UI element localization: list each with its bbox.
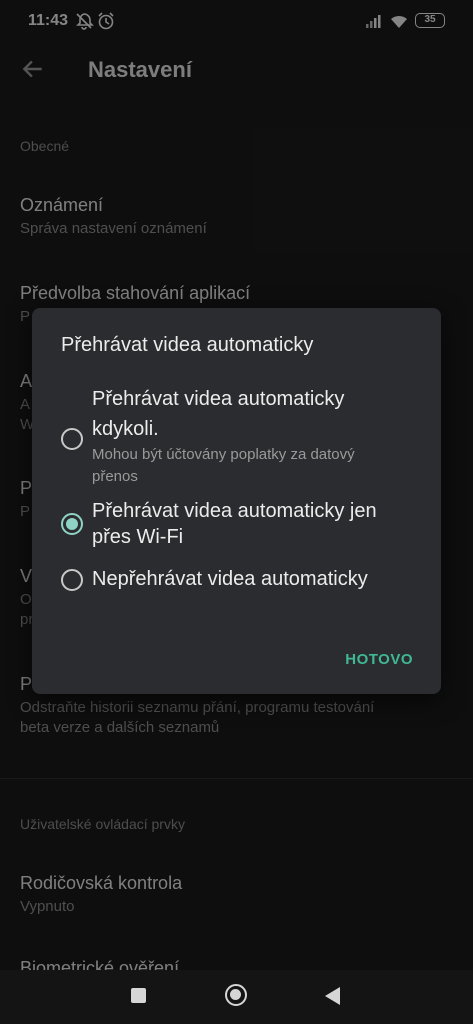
dialog-title: Přehrávat videa automaticky: [61, 334, 314, 356]
done-button[interactable]: HOTOVO: [345, 651, 413, 668]
radio-label: Nepřehrávat videa automaticky: [92, 568, 368, 590]
radio-sublabel: Mohou být účtovány poplatky za datový: [92, 446, 355, 463]
radio-option-wifi-only[interactable]: Přehrávat videa automaticky jen přes Wi-…: [32, 496, 441, 556]
radio-label: přes Wi-Fi: [92, 526, 184, 548]
autoplay-dialog: Přehrávat videa automaticky Přehrávat vi…: [32, 308, 441, 694]
radio-option-always[interactable]: Přehrávat videa automaticky kdykoli. Moh…: [32, 384, 441, 494]
radio-button-selected[interactable]: [61, 513, 83, 535]
recents-icon[interactable]: [131, 988, 146, 1003]
home-icon[interactable]: [225, 984, 247, 1006]
radio-button[interactable]: [61, 569, 83, 591]
radio-label: kdykoli.: [92, 418, 159, 440]
radio-option-never[interactable]: Nepřehrávat videa automaticky: [32, 566, 441, 600]
system-nav-bar: [0, 970, 473, 1024]
radio-label: Přehrávat videa automaticky: [92, 388, 345, 410]
radio-label: Přehrávat videa automaticky jen: [92, 500, 377, 522]
back-triangle-icon[interactable]: [325, 987, 340, 1005]
radio-sublabel: přenos: [92, 468, 138, 485]
radio-button[interactable]: [61, 428, 83, 450]
